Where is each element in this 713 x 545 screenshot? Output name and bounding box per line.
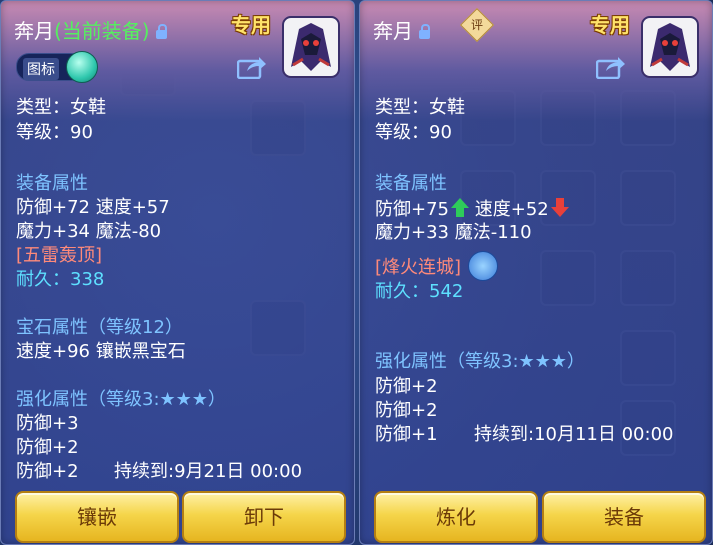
icon-toggle[interactable]: 图标 xyxy=(16,51,98,83)
equipment-attributes-header: 装备属性 xyxy=(16,173,88,194)
enhance-attributes-header: 强化属性（等级3:★★★） xyxy=(16,389,226,410)
durability-label: 耐久： xyxy=(16,269,70,290)
enhance-expire: 持续到:10月11日 00:00 xyxy=(474,424,674,445)
equipped-status: (当前装备) xyxy=(54,19,150,43)
special-skill: [五雷轰顶] xyxy=(16,245,103,266)
lock-icon xyxy=(419,24,430,39)
refine-button[interactable]: 炼化 xyxy=(374,491,538,543)
durability: 耐久：542 xyxy=(375,281,463,303)
equipped-item-tooltip: 奔月(当前装备) 专用 图标 类型：女鞋 等级：90 装备属性 防御+72 速度… xyxy=(0,0,355,545)
stat-down-arrow-icon xyxy=(550,198,569,218)
item-type: 类型：女鞋 xyxy=(16,97,106,118)
enhance-expire: 持续到:9月21日 00:00 xyxy=(114,461,303,482)
enhance-line: 防御+2 xyxy=(375,376,438,397)
enhance-line: 防御+2 xyxy=(16,461,79,482)
durability: 耐久：338 xyxy=(16,269,104,291)
item-level: 等级：90 xyxy=(375,122,452,143)
durability-value: 542 xyxy=(429,281,464,302)
stat-up-arrow-icon xyxy=(451,198,469,218)
item-portrait-icon xyxy=(641,16,699,78)
lock-icon xyxy=(155,24,167,39)
durability-value: 338 xyxy=(70,269,105,290)
refresh-icon[interactable] xyxy=(468,251,498,281)
equip-button[interactable]: 装备 xyxy=(542,491,706,543)
share-icon[interactable] xyxy=(237,55,267,79)
compare-item-tooltip: 奔月 评 专用 类型：女鞋 等级：90 装备属性 防御+75 速度+52 魔力+… xyxy=(359,0,713,545)
enhance-line: 防御+1 xyxy=(375,424,438,445)
enhance-line: 防御+2 xyxy=(16,437,79,458)
defense-stat: 防御+75 xyxy=(375,199,449,220)
icon-toggle-label: 图标 xyxy=(23,58,59,80)
enhance-line: 防御+3 xyxy=(16,413,79,434)
rating-icon[interactable]: 评 xyxy=(460,8,494,42)
item-name: 奔月 xyxy=(14,19,54,43)
item-type: 类型：女鞋 xyxy=(375,97,465,118)
inlay-button[interactable]: 镶嵌 xyxy=(15,491,179,543)
unequip-button[interactable]: 卸下 xyxy=(182,491,346,543)
exclusive-badge: 专用 xyxy=(231,13,271,37)
attribute-line: 防御+72 速度+57 xyxy=(16,197,170,218)
enhance-line: 防御+2 xyxy=(375,400,438,421)
durability-label: 耐久： xyxy=(375,281,429,302)
item-title: 奔月(当前装备) xyxy=(14,15,167,44)
attribute-line: 魔力+34 魔法-80 xyxy=(16,221,162,242)
speed-stat: 速度+52 xyxy=(474,199,549,220)
attribute-line: 魔力+33 魔法-110 xyxy=(375,222,532,243)
item-level: 等级：90 xyxy=(16,122,93,143)
gem-attributes-header: 宝石属性（等级12） xyxy=(16,317,183,338)
item-title: 奔月 xyxy=(373,15,430,44)
equipment-attributes-header: 装备属性 xyxy=(375,173,447,194)
attribute-line: 防御+75 速度+52 xyxy=(375,198,569,221)
enhance-attributes-header: 强化属性（等级3:★★★） xyxy=(375,351,585,372)
exclusive-badge: 专用 xyxy=(590,13,630,37)
toggle-knob xyxy=(66,51,98,83)
gem-attribute-line: 速度+96 镶嵌黑宝石 xyxy=(16,341,186,362)
item-portrait-icon xyxy=(282,16,340,78)
special-skill: [烽火连城] xyxy=(375,257,462,278)
item-name: 奔月 xyxy=(373,19,413,43)
rating-label: 评 xyxy=(470,18,483,32)
share-icon[interactable] xyxy=(596,55,626,79)
